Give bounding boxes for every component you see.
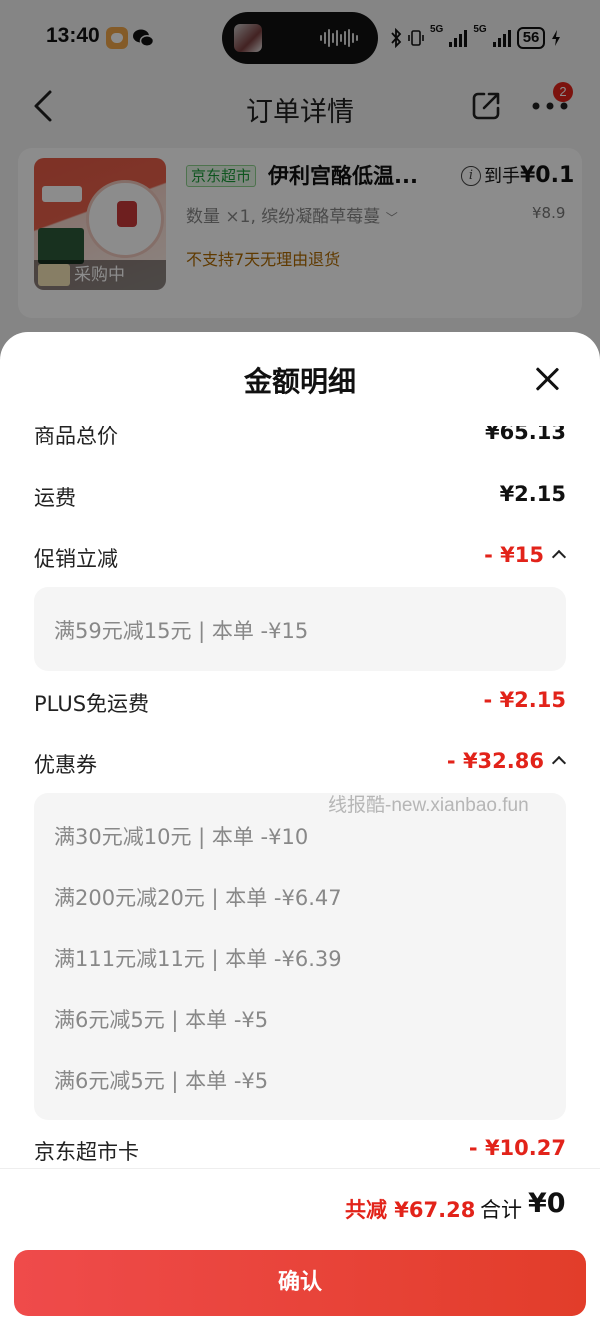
row-amount: - ¥32.86 <box>446 749 544 773</box>
row-amount: ¥65.13 <box>484 426 566 444</box>
row-label: PLUS免运费 <box>34 692 150 716</box>
row-plus-free-shipping: PLUS免运费 - ¥2.15 <box>34 682 566 722</box>
row-label: 商品总价 <box>34 426 118 448</box>
row-label: 促销立减 <box>34 547 118 571</box>
amount-detail-sheet: 金额明细 商品总价 ¥65.13 运费 ¥2.15 促销立减 - ¥15 满59… <box>0 332 600 1329</box>
chevron-up-icon[interactable] <box>551 755 567 771</box>
coupon-detail-item: 满200元减20元 | 本单 -¥6.47 <box>54 886 342 910</box>
row-amount: - ¥10.27 <box>468 1136 566 1160</box>
row-shipping: 运费 ¥2.15 <box>34 476 566 516</box>
coupon-detail-box: 满30元减10元 | 本单 -¥10 满200元减20元 | 本单 -¥6.47… <box>34 793 566 1120</box>
row-label: 优惠券 <box>34 753 97 777</box>
sheet-title: 金额明细 <box>243 365 356 398</box>
promotion-detail-box: 满59元减15元 | 本单 -¥15 <box>34 587 566 671</box>
total-amount: ¥0 <box>528 1188 566 1219</box>
row-label: 运费 <box>34 486 76 510</box>
sheet-footer: 共减 ¥67.28 合计 ¥0 确认 <box>0 1168 600 1329</box>
coupon-detail-item: 满6元减5元 | 本单 -¥5 <box>54 1008 269 1032</box>
amount-list: 商品总价 ¥65.13 运费 ¥2.15 促销立减 - ¥15 满59元减15元… <box>0 426 600 1166</box>
confirm-button[interactable]: 确认 <box>14 1250 586 1316</box>
row-supermarket-card: 京东超市卡 - ¥10.27 <box>34 1130 566 1166</box>
coupon-detail-item: 满6元减5元 | 本单 -¥5 <box>54 1069 269 1093</box>
total-label: 合计 <box>480 1198 522 1222</box>
row-label: 京东超市卡 <box>34 1140 139 1164</box>
coupon-detail-item: 满111元减11元 | 本单 -¥6.39 <box>54 947 342 971</box>
row-goods-total: 商品总价 ¥65.13 <box>34 426 566 454</box>
promotion-detail-item: 满59元减15元 | 本单 -¥15 <box>54 619 309 643</box>
divider <box>0 1168 600 1169</box>
chevron-up-icon[interactable] <box>551 549 567 565</box>
row-amount: - ¥2.15 <box>483 688 566 712</box>
row-amount: ¥2.15 <box>499 482 566 506</box>
row-amount: - ¥15 <box>484 543 544 567</box>
row-promotion[interactable]: 促销立减 - ¥15 <box>34 537 567 577</box>
coupon-detail-item: 满30元减10元 | 本单 -¥10 <box>54 825 309 849</box>
watermark: 线报酷-new.xianbao.fun <box>328 795 529 816</box>
row-coupon[interactable]: 优惠券 - ¥32.86 <box>34 743 567 783</box>
total-saving: 共减 ¥67.28 <box>345 1198 476 1222</box>
close-icon[interactable] <box>530 362 564 396</box>
